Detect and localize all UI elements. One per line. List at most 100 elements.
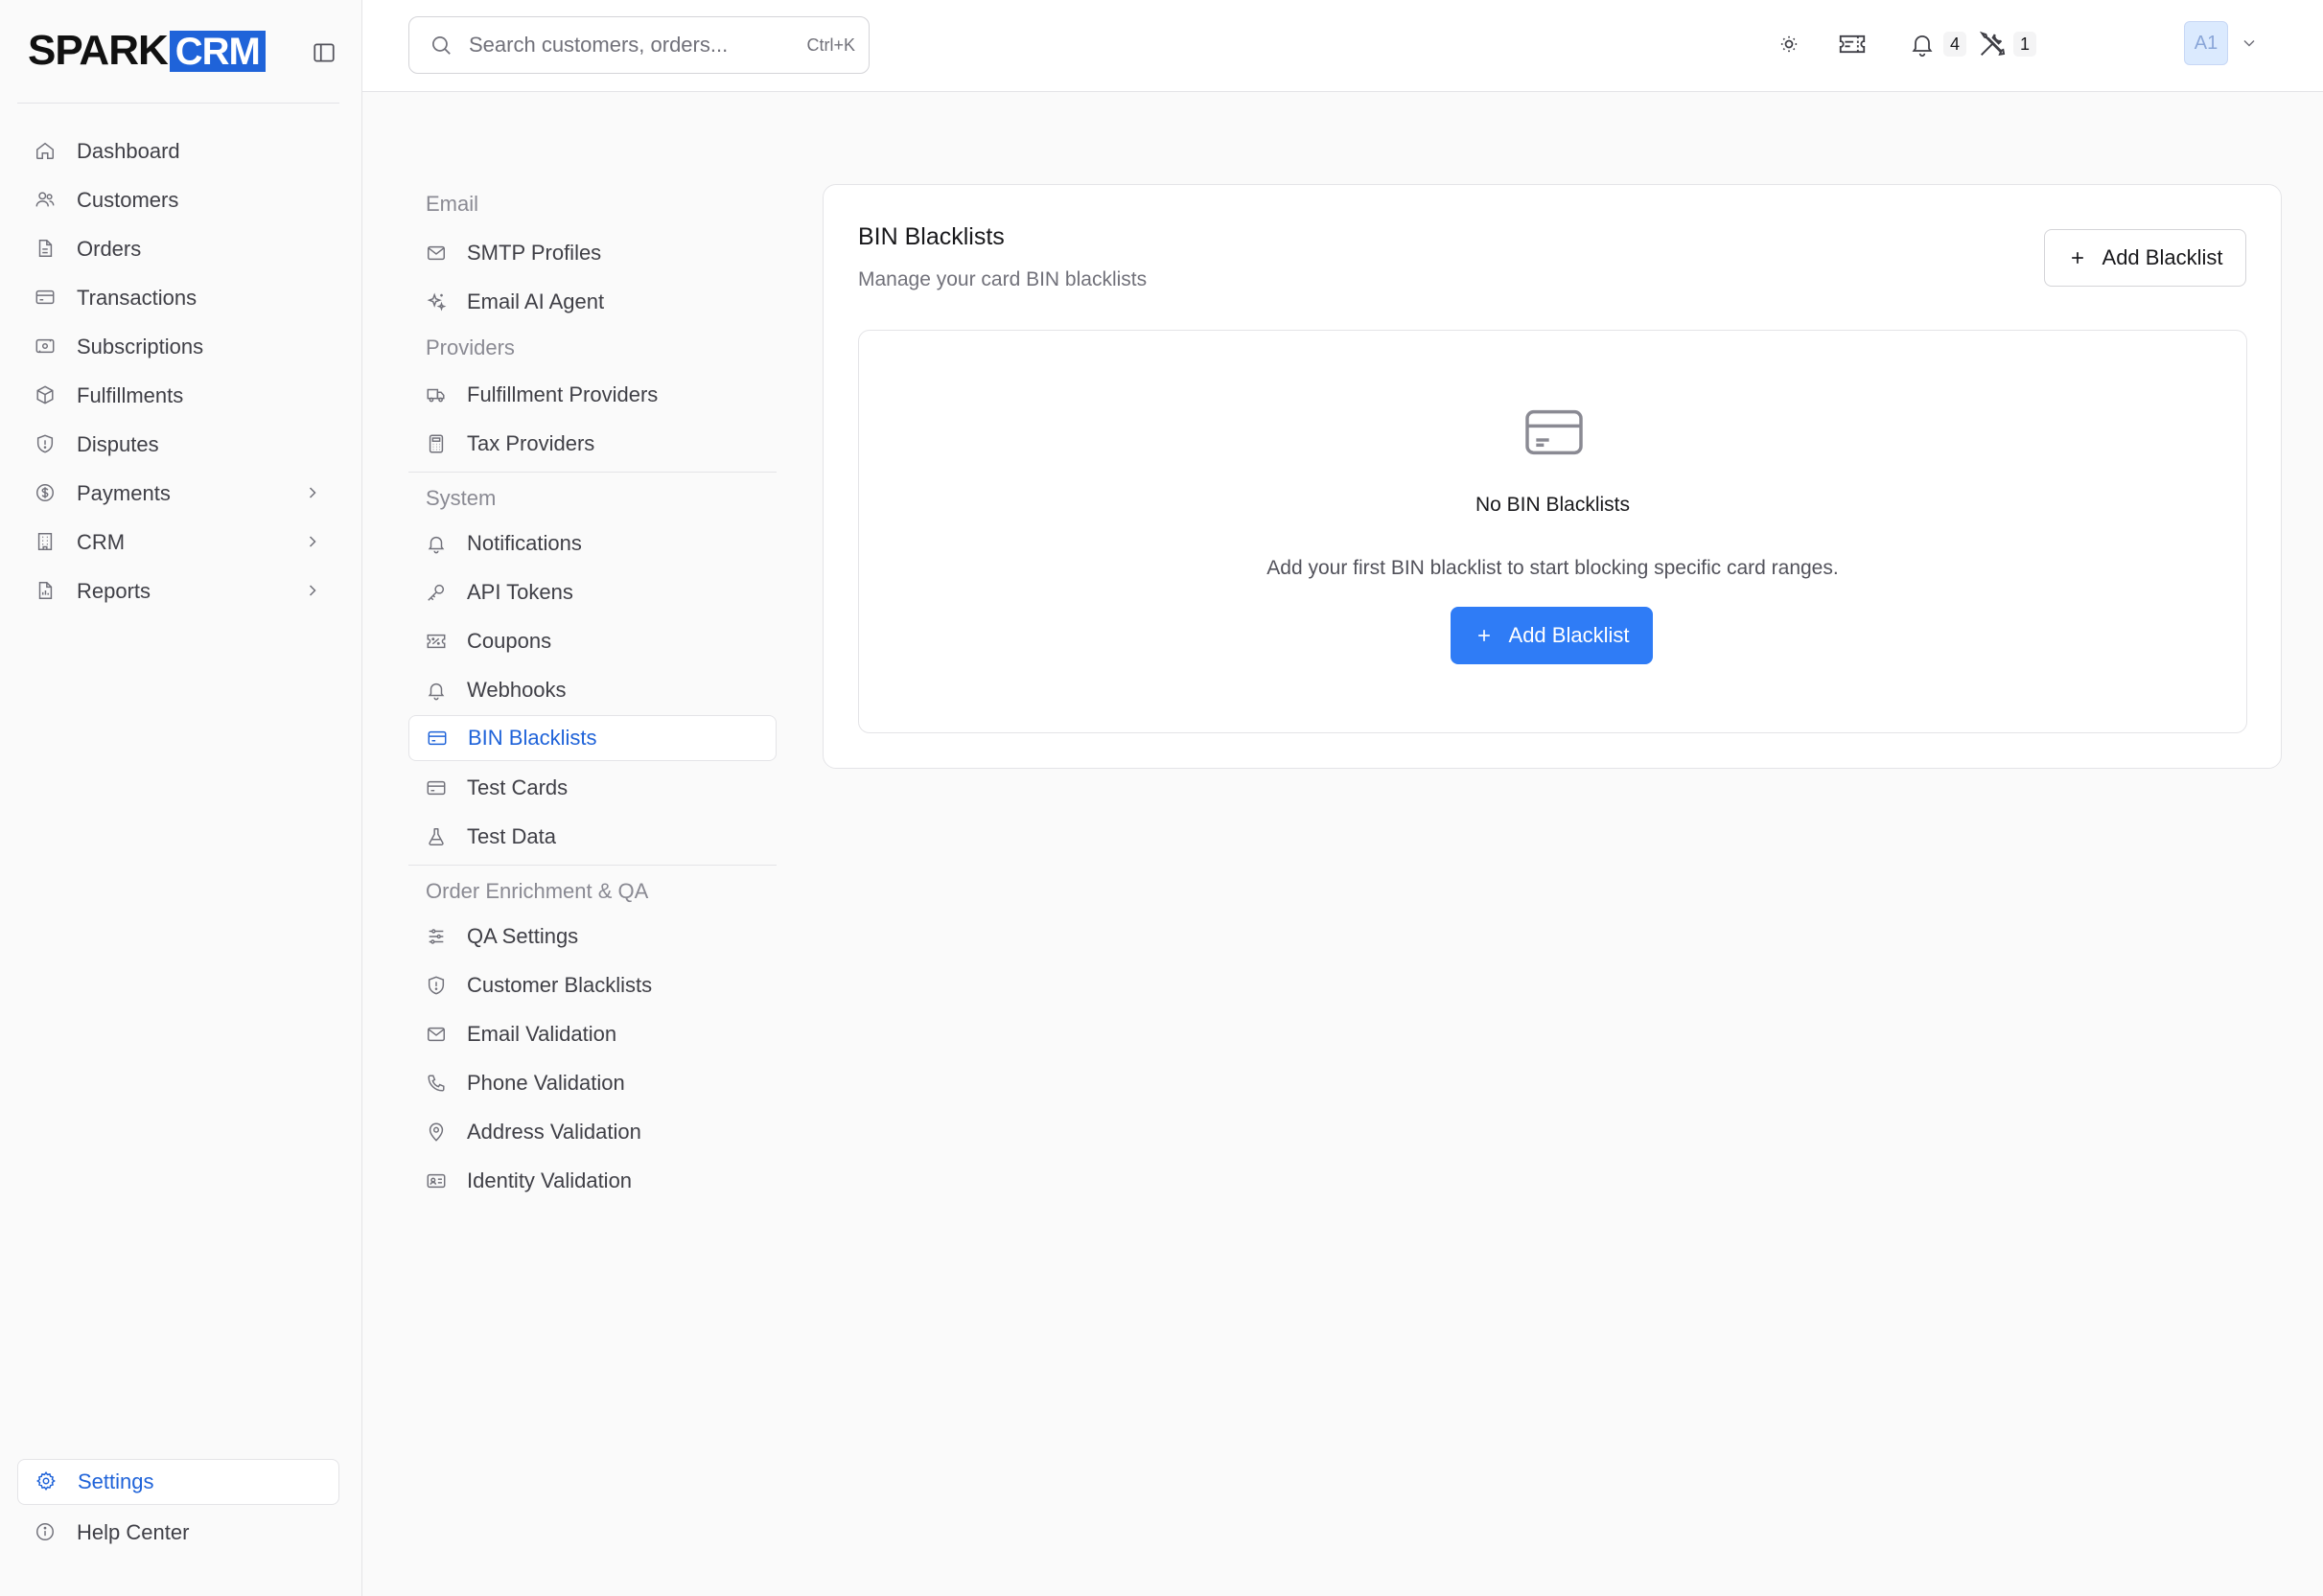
report-icon [35,580,58,603]
sidebar-item-label: Subscriptions [77,334,204,359]
tools-group: 1 [1971,23,2036,65]
plus-icon [1475,626,1494,645]
chevron-right-icon [303,483,322,502]
settings-group-heading: Email [426,192,479,216]
settings-group-providers: Providers Fulfillment Providers Tax Prov… [408,326,777,468]
sidebar-item-disputes[interactable]: Disputes [17,420,339,469]
settings-item-customer-blacklists[interactable]: Customer Blacklists [408,960,777,1009]
id-card-icon [426,1170,447,1191]
settings-item-label: Test Cards [467,775,569,799]
sidebar-item-transactions[interactable]: Transactions [17,273,339,322]
settings-item-phone-validation[interactable]: Phone Validation [408,1058,777,1107]
sidebar-item-crm[interactable]: CRM [17,518,339,567]
sidebar-item-label: Disputes [77,431,159,456]
notifications-button[interactable] [1901,23,1943,65]
search-icon [429,33,453,58]
tickets-group [1831,23,1873,65]
logo-text-accent: CRM [169,30,266,72]
settings-item-label: Identity Validation [467,1168,633,1192]
search-box[interactable]: Ctrl+K [408,16,870,74]
brand-logo[interactable]: SPARK CRM [28,26,266,76]
chevron-down-icon[interactable] [2240,34,2259,53]
sidebar-item-subscriptions[interactable]: Subscriptions [17,322,339,371]
info-icon [35,1521,58,1544]
settings-group-order-enrichment: Order Enrichment & QA QA Settings Custom… [408,871,777,1205]
add-blacklist-label: Add Blacklist [1508,623,1630,647]
building-icon [35,531,58,554]
settings-item-label: Fulfillment Providers [467,382,659,406]
add-first-blacklist-button[interactable]: Add Blacklist [1451,607,1653,664]
truck-icon [426,384,447,405]
sidebar-item-payments[interactable]: Payments [17,469,339,518]
add-blacklist-button[interactable]: Add Blacklist [2044,229,2246,287]
settings-item-tax-providers[interactable]: Tax Providers [408,419,777,468]
home-icon [35,140,58,163]
notifications-count-badge: 4 [1943,32,1966,57]
chevron-right-icon [303,581,322,600]
settings-group-email: Email SMTP Profiles Email AI Agent [408,180,777,326]
shield-icon [426,975,447,996]
logo-text-primary: SPARK [28,27,169,74]
top-bar: Ctrl+K 4 1 A1 [362,0,2323,92]
settings-item-label: SMTP Profiles [467,240,602,265]
tools-button[interactable] [1971,23,2013,65]
sidebar-item-dashboard[interactable]: Dashboard [17,127,339,175]
sidebar-item-label: Reports [77,578,151,603]
settings-item-email-validation[interactable]: Email Validation [408,1009,777,1058]
settings-item-label: Test Data [467,823,556,848]
theme-toggle-button[interactable] [1768,23,1810,65]
sidebar-item-fulfillments[interactable]: Fulfillments [17,371,339,420]
settings-item-bin-blacklists[interactable]: BIN Blacklists [408,715,777,761]
empty-state-title: No BIN Blacklists [1475,494,1631,516]
credit-card-icon [427,728,448,749]
credit-card-icon [426,777,447,798]
credit-card-icon [1523,405,1585,459]
settings-item-notifications[interactable]: Notifications [408,519,777,567]
settings-item-fulfillment-providers[interactable]: Fulfillment Providers [408,370,777,419]
settings-item-test-cards[interactable]: Test Cards [408,763,777,812]
sidebar-item-reports[interactable]: Reports [17,567,339,615]
sidebar-item-orders[interactable]: Orders [17,224,339,273]
sidebar-item-help-center[interactable]: Help Center [17,1508,339,1557]
settings-item-webhooks[interactable]: Webhooks [408,665,777,714]
sliders-icon [426,926,447,947]
sidebar-item-customers[interactable]: Customers [17,175,339,224]
settings-item-smtp-profiles[interactable]: SMTP Profiles [408,228,777,277]
sidebar-item-label: Orders [77,236,142,261]
sidebar-item-label: Settings [78,1469,154,1493]
main-sidebar: SPARK CRM Dashboard Customers Orders Tra… [0,0,362,1596]
settings-group-heading: Order Enrichment & QA [426,879,649,903]
settings-item-api-tokens[interactable]: API Tokens [408,567,777,616]
sidebar-item-settings[interactable]: Settings [17,1459,339,1505]
sidebar-item-label: Help Center [77,1519,190,1544]
users-icon [35,189,58,212]
user-menu[interactable]: A1 [2184,21,2259,65]
settings-nav: Email SMTP Profiles Email AI Agent Provi… [408,180,777,1205]
settings-item-test-data[interactable]: Test Data [408,812,777,861]
gear-icon [35,1470,58,1493]
avatar[interactable]: A1 [2184,21,2228,65]
settings-item-label: Notifications [467,530,582,555]
chevron-right-icon [303,532,322,551]
settings-item-identity-validation[interactable]: Identity Validation [408,1156,777,1205]
theme-toggle-group [1768,23,1810,65]
sidebar-item-label: Fulfillments [77,382,184,407]
search-input[interactable] [469,33,807,58]
settings-item-address-validation[interactable]: Address Validation [408,1107,777,1156]
tools-count-badge: 1 [2013,32,2036,57]
settings-item-label: Email Validation [467,1021,617,1046]
settings-item-coupons[interactable]: Coupons [408,616,777,665]
mail-icon [426,243,447,264]
divider [408,865,777,866]
sidebar-item-label: Payments [77,480,171,505]
sidebar-toggle-icon[interactable] [309,37,339,68]
settings-item-qa-settings[interactable]: QA Settings [408,912,777,960]
tickets-button[interactable] [1831,23,1873,65]
settings-item-email-ai-agent[interactable]: Email AI Agent [408,277,777,326]
flask-icon [426,826,447,847]
map-pin-icon [426,1122,447,1143]
plus-icon [2068,248,2087,267]
settings-group-system: System Notifications API Tokens Coupons … [408,478,777,861]
settings-item-label: Address Validation [467,1119,641,1144]
settings-item-label: API Tokens [467,579,573,604]
